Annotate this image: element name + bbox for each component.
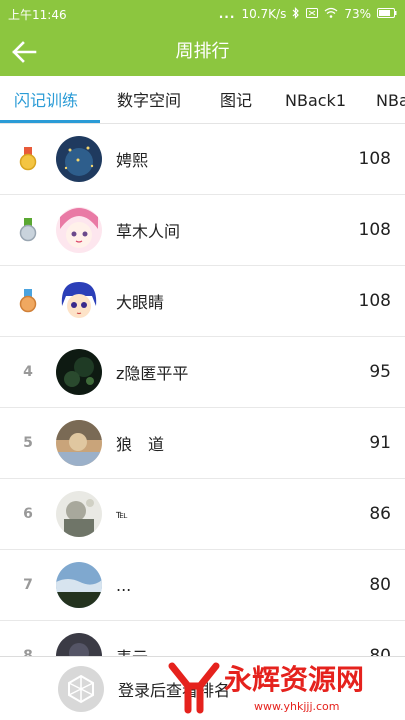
tab-image-memory[interactable]: 图记 <box>220 76 252 123</box>
rank-number: 8 <box>23 648 33 656</box>
default-avatar <box>58 665 104 712</box>
status-time: 上午11:46 <box>8 7 67 22</box>
ranking-row[interactable]: 5 狼 道 91 <box>0 408 405 479</box>
rank-number: 5 <box>23 435 33 451</box>
avatar[interactable] <box>56 491 102 537</box>
rank-number: 7 <box>23 577 33 593</box>
wifi-icon <box>324 7 338 21</box>
network-hexagon-icon <box>68 674 94 703</box>
avatar[interactable] <box>56 207 102 253</box>
rank-number: 4 <box>23 364 33 380</box>
status-bar: 上午11:46 ... 10.7K/s 73% <box>0 0 405 28</box>
page-title: 周排行 <box>175 41 230 62</box>
ranking-row[interactable]: 大眼睛 108 <box>0 266 405 337</box>
status-dots: ... <box>218 7 236 21</box>
gold-medal-icon <box>0 147 56 171</box>
player-name: ℡ <box>116 507 128 521</box>
tab-bar: 闪记训练 数字空间 图记 NBack1 NBa <box>0 76 405 124</box>
avatar[interactable] <box>56 420 102 466</box>
network-speed: 10.7K/s <box>241 7 287 21</box>
ranking-row[interactable]: 草木人间 108 <box>0 195 405 266</box>
player-name: 草木人间 <box>116 222 181 241</box>
player-name: ... <box>116 575 132 595</box>
status-right: ... 10.7K/s 73% <box>218 6 397 22</box>
player-name: 娉熙 <box>116 151 149 170</box>
avatar[interactable] <box>56 562 102 608</box>
ranking-row[interactable]: 4 z隐匿平平 95 <box>0 337 405 408</box>
bronze-medal-icon <box>0 289 56 313</box>
ranking-row[interactable]: 6 ℡ 86 <box>0 479 405 550</box>
avatar[interactable] <box>56 633 102 656</box>
player-name: 狼 道 <box>116 435 165 454</box>
player-name: z隐匿平平 <box>116 364 189 383</box>
ranking-row[interactable]: 7 ... 80 <box>0 550 405 621</box>
tab-nback1[interactable]: NBack1 <box>285 76 346 123</box>
player-score: 108 <box>358 149 391 169</box>
player-name: 表云 <box>116 644 325 656</box>
player-score: 80 <box>369 646 391 656</box>
avatar[interactable] <box>56 136 102 182</box>
battery-icon <box>377 7 397 21</box>
ranking-row[interactable]: 娉熙 108 <box>0 124 405 195</box>
player-score: 86 <box>369 504 391 524</box>
tab-nback-next[interactable]: NBa <box>376 76 405 123</box>
login-prompt-text: 登录后查看排名 <box>118 680 231 700</box>
bluetooth-icon <box>292 6 300 22</box>
player-score: 108 <box>358 220 391 240</box>
silver-medal-icon <box>0 218 56 242</box>
login-prompt-bar[interactable]: 登录后查看排名 <box>0 656 405 720</box>
app-bar: 周排行 <box>0 28 405 76</box>
tab-flash-memory[interactable]: 闪记训练 <box>14 76 78 123</box>
tab-number-space[interactable]: 数字空间 <box>117 76 181 123</box>
rank-number: 6 <box>23 506 33 522</box>
ranking-row[interactable]: 8 表云 80 <box>0 621 405 656</box>
player-score: 108 <box>358 291 391 311</box>
player-score: 95 <box>369 362 391 382</box>
player-name: 大眼睛 <box>116 293 165 312</box>
avatar[interactable] <box>56 349 102 395</box>
avatar[interactable] <box>56 278 102 324</box>
ranking-list[interactable]: 娉熙 108 草木人间 108 大眼睛 108 4 z隐匿平平 95 5 狼 道… <box>0 124 405 656</box>
sim-icon <box>306 7 319 21</box>
player-score: 91 <box>369 433 391 453</box>
battery-level: 73% <box>344 7 371 21</box>
player-score: 80 <box>369 575 391 595</box>
